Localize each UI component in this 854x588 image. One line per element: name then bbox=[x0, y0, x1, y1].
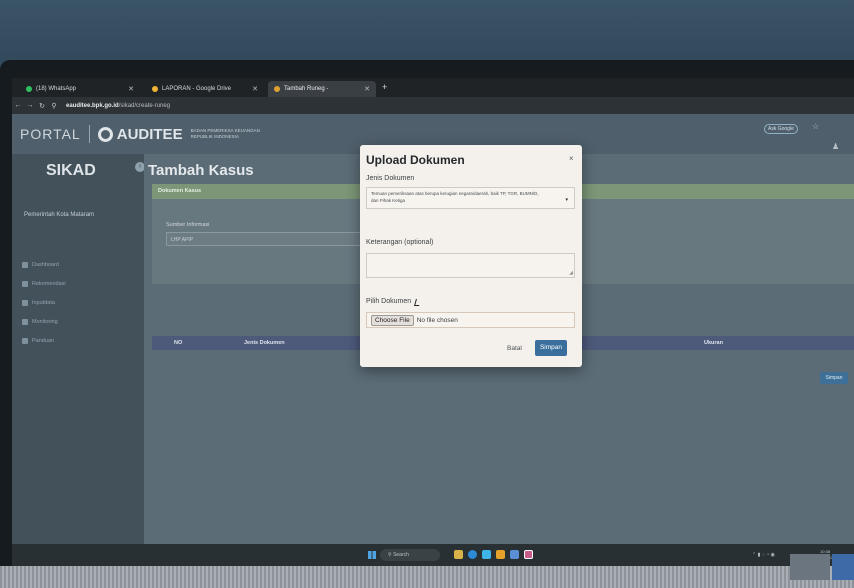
site-favicon-icon bbox=[274, 86, 280, 92]
upload-dokumen-modal: Upload Dokumen × Jenis Dokumen Temuan pe… bbox=[360, 145, 582, 367]
close-icon[interactable]: × bbox=[569, 154, 574, 163]
tab-google-drive[interactable]: LAPORAN - Google Drive ✕ bbox=[146, 81, 264, 97]
choose-file-button[interactable]: Choose File bbox=[371, 314, 414, 326]
user-icon[interactable]: ♟ bbox=[832, 142, 839, 151]
keterangan-textarea[interactable]: ◢ bbox=[366, 253, 575, 278]
portal-label: PORTAL bbox=[20, 126, 81, 142]
list-icon bbox=[22, 281, 28, 287]
taskbar-search[interactable]: ⚲ Search bbox=[380, 549, 440, 561]
col-no: NO bbox=[174, 340, 183, 346]
dashboard-icon bbox=[22, 262, 28, 268]
submit-button[interactable]: Simpan bbox=[535, 340, 567, 356]
sticker bbox=[832, 554, 854, 580]
browser-tabbar: (18) WhatsApp ✕ LAPORAN - Google Drive ✕… bbox=[12, 78, 854, 97]
file-input[interactable]: Choose File No file chosen bbox=[366, 312, 575, 328]
url-field[interactable]: eauditee.bpk.go.id/sikad/create-runeg bbox=[66, 103, 170, 109]
col-ukuran: Ukuran bbox=[704, 340, 723, 346]
address-bar: ← → ↻ ⚲ eauditee.bpk.go.id/sikad/create-… bbox=[12, 97, 854, 114]
sticker bbox=[790, 554, 830, 580]
folder-icon[interactable] bbox=[496, 550, 505, 559]
sidebar-item-inputdata[interactable]: Inputdata bbox=[22, 300, 55, 306]
active-app-icon[interactable] bbox=[524, 550, 533, 559]
file-status: No file chosen bbox=[416, 316, 458, 324]
whatsapp-icon bbox=[26, 86, 32, 92]
tab-tambah-runeg[interactable]: Tambah Runeg - ✕ bbox=[268, 81, 376, 97]
store-icon[interactable] bbox=[510, 550, 519, 559]
mouse-cursor-icon bbox=[414, 299, 421, 306]
ask-google-button[interactable]: Ask Google bbox=[764, 124, 798, 134]
resize-grip-icon[interactable]: ◢ bbox=[569, 270, 573, 276]
keterangan-label: Keterangan (optional) bbox=[366, 239, 434, 246]
windows-start-icon[interactable] bbox=[368, 551, 376, 559]
save-button[interactable]: Simpan bbox=[820, 372, 848, 384]
forward-icon[interactable]: → bbox=[24, 102, 36, 109]
source-label: Sumber Informasi bbox=[166, 222, 210, 228]
new-tab-button[interactable]: + bbox=[382, 82, 387, 92]
sidebar: SIKAD › Pemerintah Kota Mataram Dashboar… bbox=[12, 154, 145, 544]
source-select[interactable]: LHP APIP bbox=[166, 232, 371, 246]
sidebar-item-panduan[interactable]: Panduan bbox=[22, 338, 54, 344]
screen: (18) WhatsApp ✕ LAPORAN - Google Drive ✕… bbox=[12, 78, 854, 566]
app-icon[interactable] bbox=[454, 550, 463, 559]
cancel-button[interactable]: Batal bbox=[507, 345, 522, 352]
system-tray[interactable]: ⌃ ▮ ◌ ◔ ◉ bbox=[752, 552, 775, 558]
eye-icon bbox=[22, 319, 28, 325]
star-icon[interactable]: ☆ bbox=[812, 122, 819, 131]
pilih-dokumen-label: Pilih Dokumen bbox=[366, 298, 412, 305]
app-name: SIKAD bbox=[46, 162, 96, 179]
jenis-dokumen-select[interactable]: Temuan pemeriksaan atas berupa kerugian … bbox=[366, 187, 575, 209]
org-label: Pemerintah Kota Mataram bbox=[24, 212, 95, 218]
google-drive-icon bbox=[152, 86, 158, 92]
tab-whatsapp[interactable]: (18) WhatsApp ✕ bbox=[20, 81, 140, 97]
edge-icon[interactable] bbox=[482, 550, 491, 559]
reload-icon[interactable]: ↻ bbox=[36, 102, 48, 110]
jenis-dokumen-label: Jenis Dokumen bbox=[366, 175, 415, 182]
sidebar-item-monitoring[interactable]: Monitoring bbox=[22, 319, 58, 325]
page-title: Tambah Kasus bbox=[148, 162, 254, 179]
sidebar-item-rekomendasi[interactable]: Rekomendasi bbox=[22, 281, 66, 287]
input-icon bbox=[22, 300, 28, 306]
col-jenis-dokumen: Jenis Dokumen bbox=[244, 340, 285, 346]
chevron-down-icon: ▾ bbox=[565, 197, 568, 203]
back-icon[interactable]: ← bbox=[12, 102, 24, 109]
org-name: BADAN PEMERIKSA KEUANGAN REPUBLIK INDONE… bbox=[190, 127, 260, 139]
taskbar: ⚲ Search ⌃ ▮ ◌ ◔ ◉ 10:38 06/12/2024 bbox=[12, 544, 854, 566]
browser-app-icon[interactable] bbox=[468, 550, 477, 559]
e-logo-icon bbox=[97, 126, 113, 142]
sidebar-item-dashboard[interactable]: Dashboard bbox=[22, 262, 59, 268]
close-icon[interactable]: ✕ bbox=[128, 85, 134, 93]
divider bbox=[88, 125, 90, 143]
modal-title: Upload Dokumen bbox=[366, 153, 465, 167]
desk-surface bbox=[0, 566, 854, 588]
close-icon[interactable]: ✕ bbox=[364, 85, 370, 93]
site-info-icon[interactable]: ⚲ bbox=[48, 102, 60, 110]
book-icon bbox=[22, 338, 28, 344]
close-icon[interactable]: ✕ bbox=[252, 85, 258, 93]
brand-name: AUDITEE bbox=[116, 125, 183, 143]
